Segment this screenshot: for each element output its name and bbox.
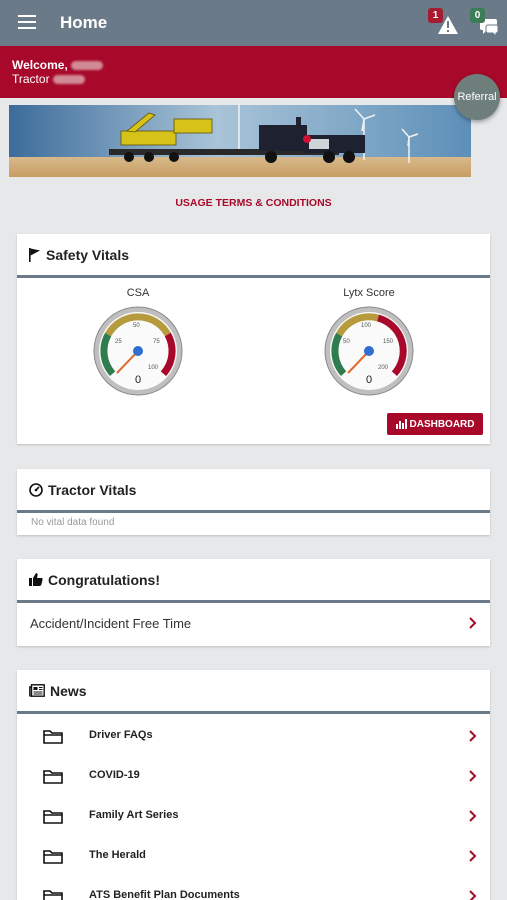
gauge-tick: 75: [153, 339, 160, 345]
gauge-tick: 25: [115, 339, 122, 345]
dashboard-button[interactable]: DASHBOARD: [387, 413, 483, 435]
news-item-label: Driver FAQs: [89, 729, 153, 741]
gauge-dial: 50 100 150 200 0: [324, 306, 414, 396]
flag-icon: [29, 247, 41, 262]
news-item-label: The Herald: [89, 849, 146, 861]
bar-chart-icon: [395, 419, 407, 429]
news-item-driver-faqs[interactable]: Driver FAQs: [17, 716, 490, 756]
redacted-tractor-id: [52, 75, 85, 85]
tractor-vitals-card: Tractor Vitals No vital data found: [17, 469, 490, 535]
welcome-bar: Welcome, Tractor: [0, 46, 507, 98]
gauge-label: Lytx Score: [343, 287, 395, 299]
redacted-name: [70, 61, 103, 71]
news-item-ats-benefit-plan-documents[interactable]: ATS Benefit Plan Documents: [17, 876, 490, 900]
news-card: News Driver FAQs COVID-19 Family Art Ser…: [17, 670, 490, 900]
empty-state-text: No vital data found: [31, 517, 115, 528]
messages-badge: 0: [470, 8, 485, 23]
gauge-tick: 50: [133, 323, 140, 329]
folder-icon: [43, 850, 63, 864]
chevron-right-icon: [469, 730, 477, 742]
gauge-tick: 100: [148, 365, 159, 371]
gauge-value: 0: [366, 374, 372, 386]
chevron-right-icon: [469, 810, 477, 822]
lytx-score-gauge: Lytx Score 50 100 150 200 0: [309, 287, 429, 402]
app-bar: Home 1 0: [0, 0, 507, 46]
folder-icon: [43, 730, 63, 744]
menu-icon[interactable]: [18, 15, 36, 29]
row-label: Accident/Incident Free Time: [30, 615, 192, 631]
banner-image: [9, 105, 471, 177]
news-item-label: COVID-19: [89, 769, 140, 781]
news-item-the-herald[interactable]: The Herald: [17, 836, 490, 876]
news-item-covid-19[interactable]: COVID-19: [17, 756, 490, 796]
thumbs-up-icon: [29, 573, 43, 586]
tractor-text: Tractor: [12, 72, 50, 86]
alerts-badge: 1: [428, 8, 443, 23]
gauge-tick: 50: [343, 339, 350, 345]
chevron-right-icon: [469, 890, 477, 900]
folder-icon: [43, 770, 63, 784]
chevron-right-icon: [469, 850, 477, 862]
welcome-text: Welcome,: [12, 58, 68, 72]
folder-icon: [43, 810, 63, 824]
safety-vitals-card: Safety Vitals CSA 25 50 75 100 0 Lytx Sc…: [17, 234, 490, 444]
speedometer-icon: [29, 482, 43, 497]
accident-free-time-row[interactable]: Accident/Incident Free Time: [17, 603, 490, 643]
chevron-right-icon: [469, 617, 477, 629]
news-item-family-art-series[interactable]: Family Art Series: [17, 796, 490, 836]
news-item-label: ATS Benefit Plan Documents: [89, 889, 240, 900]
gauge-label: CSA: [126, 287, 150, 299]
news-item-label: Family Art Series: [89, 809, 179, 821]
messages-button[interactable]: 0: [470, 8, 502, 38]
usage-terms-link[interactable]: USAGE TERMS & CONDITIONS: [0, 197, 507, 209]
alerts-button[interactable]: 1: [428, 8, 460, 38]
newspaper-icon: [29, 684, 45, 697]
dashboard-button-label: DASHBOARD: [409, 418, 475, 430]
news-title: News: [50, 682, 87, 699]
gauge-tick: 150: [383, 339, 394, 345]
congratulations-title: Congratulations!: [48, 571, 160, 588]
gauge-dial: 25 50 75 100 0: [93, 306, 183, 396]
chevron-right-icon: [469, 770, 477, 782]
page-title: Home: [60, 13, 108, 32]
folder-icon: [43, 890, 63, 900]
congratulations-card: Congratulations! Accident/Incident Free …: [17, 559, 490, 646]
tractor-vitals-title: Tractor Vitals: [48, 481, 137, 498]
gauge-value: 0: [135, 374, 141, 386]
csa-gauge: CSA 25 50 75 100 0: [78, 287, 198, 402]
gauge-tick: 100: [361, 323, 372, 329]
safety-vitals-title: Safety Vitals: [46, 246, 130, 263]
referral-button[interactable]: Referral: [454, 74, 500, 120]
gauge-tick: 200: [378, 365, 389, 371]
